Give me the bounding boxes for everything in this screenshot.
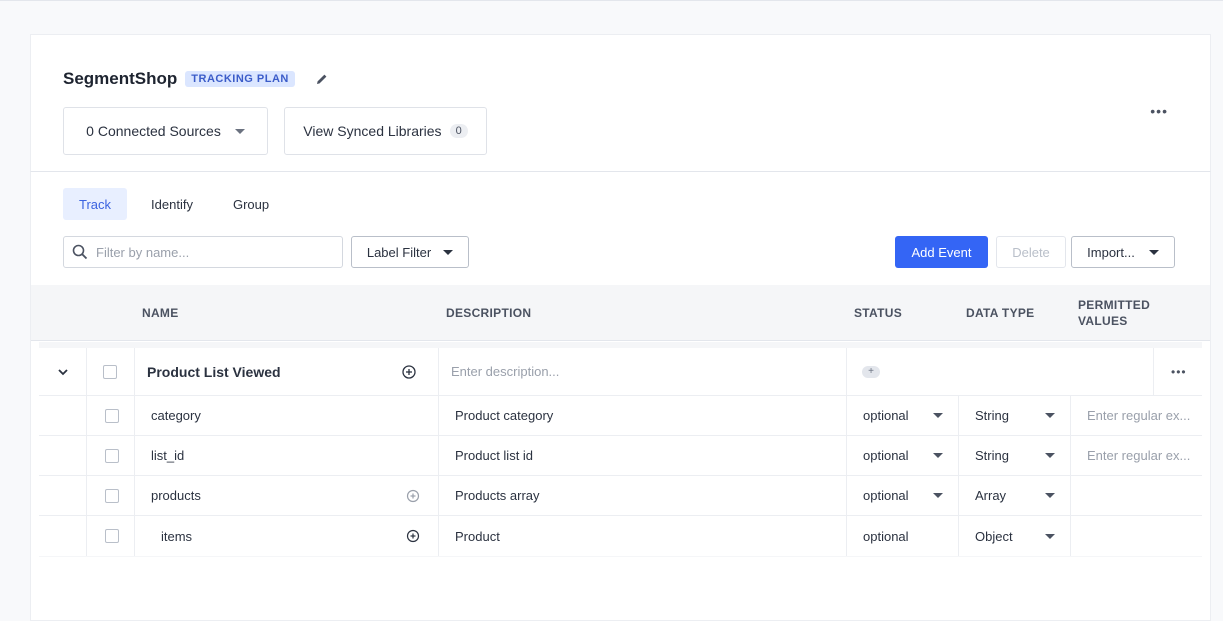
- chevron-down-icon: [1148, 249, 1159, 255]
- chevron-down-icon: [933, 453, 943, 458]
- status-dropdown[interactable]: optional: [863, 396, 951, 435]
- chevron-down-icon: [1045, 453, 1055, 458]
- label-filter-label: Label Filter: [366, 244, 432, 260]
- status-dropdown[interactable]: optional: [863, 476, 951, 515]
- add-event-button[interactable]: Add Event: [895, 236, 988, 268]
- permitted-values-input[interactable]: [1087, 448, 1197, 463]
- data-type-value: Object: [975, 528, 1013, 544]
- property-name: items: [161, 528, 193, 544]
- status-value: optional: [863, 408, 909, 423]
- status-value: optional: [863, 448, 909, 463]
- status-value: optional: [863, 488, 909, 503]
- column-data-type: DATA TYPE: [966, 306, 1035, 320]
- property-checkbox[interactable]: [105, 488, 119, 503]
- filter-search-box: [63, 236, 343, 268]
- property-description[interactable]: Product: [455, 516, 500, 556]
- add-sub-property-icon[interactable]: [406, 529, 420, 543]
- connected-sources-dropdown[interactable]: 0 Connected Sources: [63, 107, 268, 155]
- label-filter-dropdown[interactable]: Label Filter: [351, 236, 469, 268]
- property-row-list-id: list_id Product list id optional String: [39, 436, 1202, 476]
- property-description[interactable]: Products array: [455, 476, 540, 515]
- tab-group[interactable]: Group: [217, 188, 285, 220]
- events-panel: Track Identify Group Label Filter Add Ev…: [30, 171, 1211, 621]
- top-divider: [0, 0, 1223, 1]
- table-header: NAME DESCRIPTION STATUS DATA TYPE PERMIT…: [31, 285, 1210, 341]
- property-checkbox[interactable]: [105, 408, 119, 423]
- import-dropdown[interactable]: Import...: [1071, 236, 1175, 268]
- add-sub-property-icon[interactable]: [406, 489, 420, 503]
- property-checkbox[interactable]: [105, 529, 119, 543]
- status-dropdown[interactable]: optional: [863, 436, 951, 475]
- event-row: Product List Viewed + •••: [39, 348, 1202, 396]
- synced-libraries-count: 0: [449, 124, 468, 138]
- data-type-dropdown[interactable]: Object: [975, 516, 1063, 556]
- workspace-title: SegmentShop: [63, 69, 178, 88]
- data-type-value: String: [975, 408, 1009, 423]
- column-status: STATUS: [854, 306, 903, 320]
- tab-track[interactable]: Track: [63, 188, 128, 220]
- property-name: category: [151, 408, 201, 423]
- event-description-input[interactable]: [451, 364, 831, 379]
- chevron-down-icon: [234, 128, 245, 134]
- data-type-dropdown[interactable]: Array: [975, 476, 1063, 515]
- status-value: optional: [863, 528, 909, 544]
- property-row-items: items Product optional Object: [39, 516, 1202, 556]
- chevron-down-icon: [1045, 413, 1055, 418]
- chevron-down-icon: [443, 249, 454, 255]
- column-description: DESCRIPTION: [446, 306, 532, 320]
- chevron-down-icon: [1045, 533, 1055, 539]
- tracking-plan-header: SegmentShop TRACKING PLAN 0 Connected So…: [30, 34, 1211, 171]
- property-name: products: [151, 488, 201, 503]
- property-name: list_id: [151, 448, 185, 463]
- chevron-down-icon[interactable]: [56, 365, 70, 379]
- tab-identify[interactable]: Identify: [135, 188, 209, 220]
- property-row-products: products Products array optional Array: [39, 476, 1202, 516]
- event-type-tabs: Track Identify Group: [63, 188, 293, 220]
- property-checkbox[interactable]: [105, 448, 119, 463]
- property-description[interactable]: Product list id: [455, 436, 533, 475]
- tracking-plan-badge: TRACKING PLAN: [185, 71, 295, 87]
- property-row-category: category Product category optional Strin…: [39, 396, 1202, 436]
- synced-libraries-label: View Synced Libraries: [303, 123, 442, 139]
- chevron-down-icon: [1045, 493, 1055, 498]
- chevron-down-icon: [933, 413, 943, 418]
- chevron-down-icon: [933, 493, 943, 498]
- filter-input[interactable]: [96, 244, 336, 260]
- more-options-icon[interactable]: •••: [1150, 103, 1168, 119]
- event-name: Product List Viewed: [147, 363, 281, 380]
- column-name: NAME: [142, 306, 179, 320]
- column-permitted-values-line1: PERMITTED: [1078, 298, 1151, 312]
- delete-button[interactable]: Delete: [996, 236, 1066, 268]
- data-type-value: String: [975, 448, 1009, 463]
- pencil-icon[interactable]: [315, 72, 329, 86]
- data-type-dropdown[interactable]: String: [975, 396, 1063, 435]
- data-type-value: Array: [975, 488, 1007, 503]
- connected-sources-label: 0 Connected Sources: [86, 123, 221, 139]
- view-synced-libraries-button[interactable]: View Synced Libraries 0: [284, 107, 487, 155]
- event-more-options-icon[interactable]: •••: [1171, 348, 1187, 395]
- add-label-button[interactable]: +: [862, 365, 880, 378]
- add-property-icon[interactable]: [402, 364, 416, 379]
- title-row: SegmentShop TRACKING PLAN: [63, 69, 329, 89]
- data-type-dropdown[interactable]: String: [975, 436, 1063, 475]
- column-permitted-values-line2: VALUES: [1078, 314, 1128, 328]
- property-description[interactable]: Product category: [455, 396, 553, 435]
- import-label: Import...: [1087, 244, 1135, 260]
- search-icon: [72, 244, 88, 260]
- event-checkbox[interactable]: [103, 364, 117, 379]
- permitted-values-input[interactable]: [1087, 408, 1197, 423]
